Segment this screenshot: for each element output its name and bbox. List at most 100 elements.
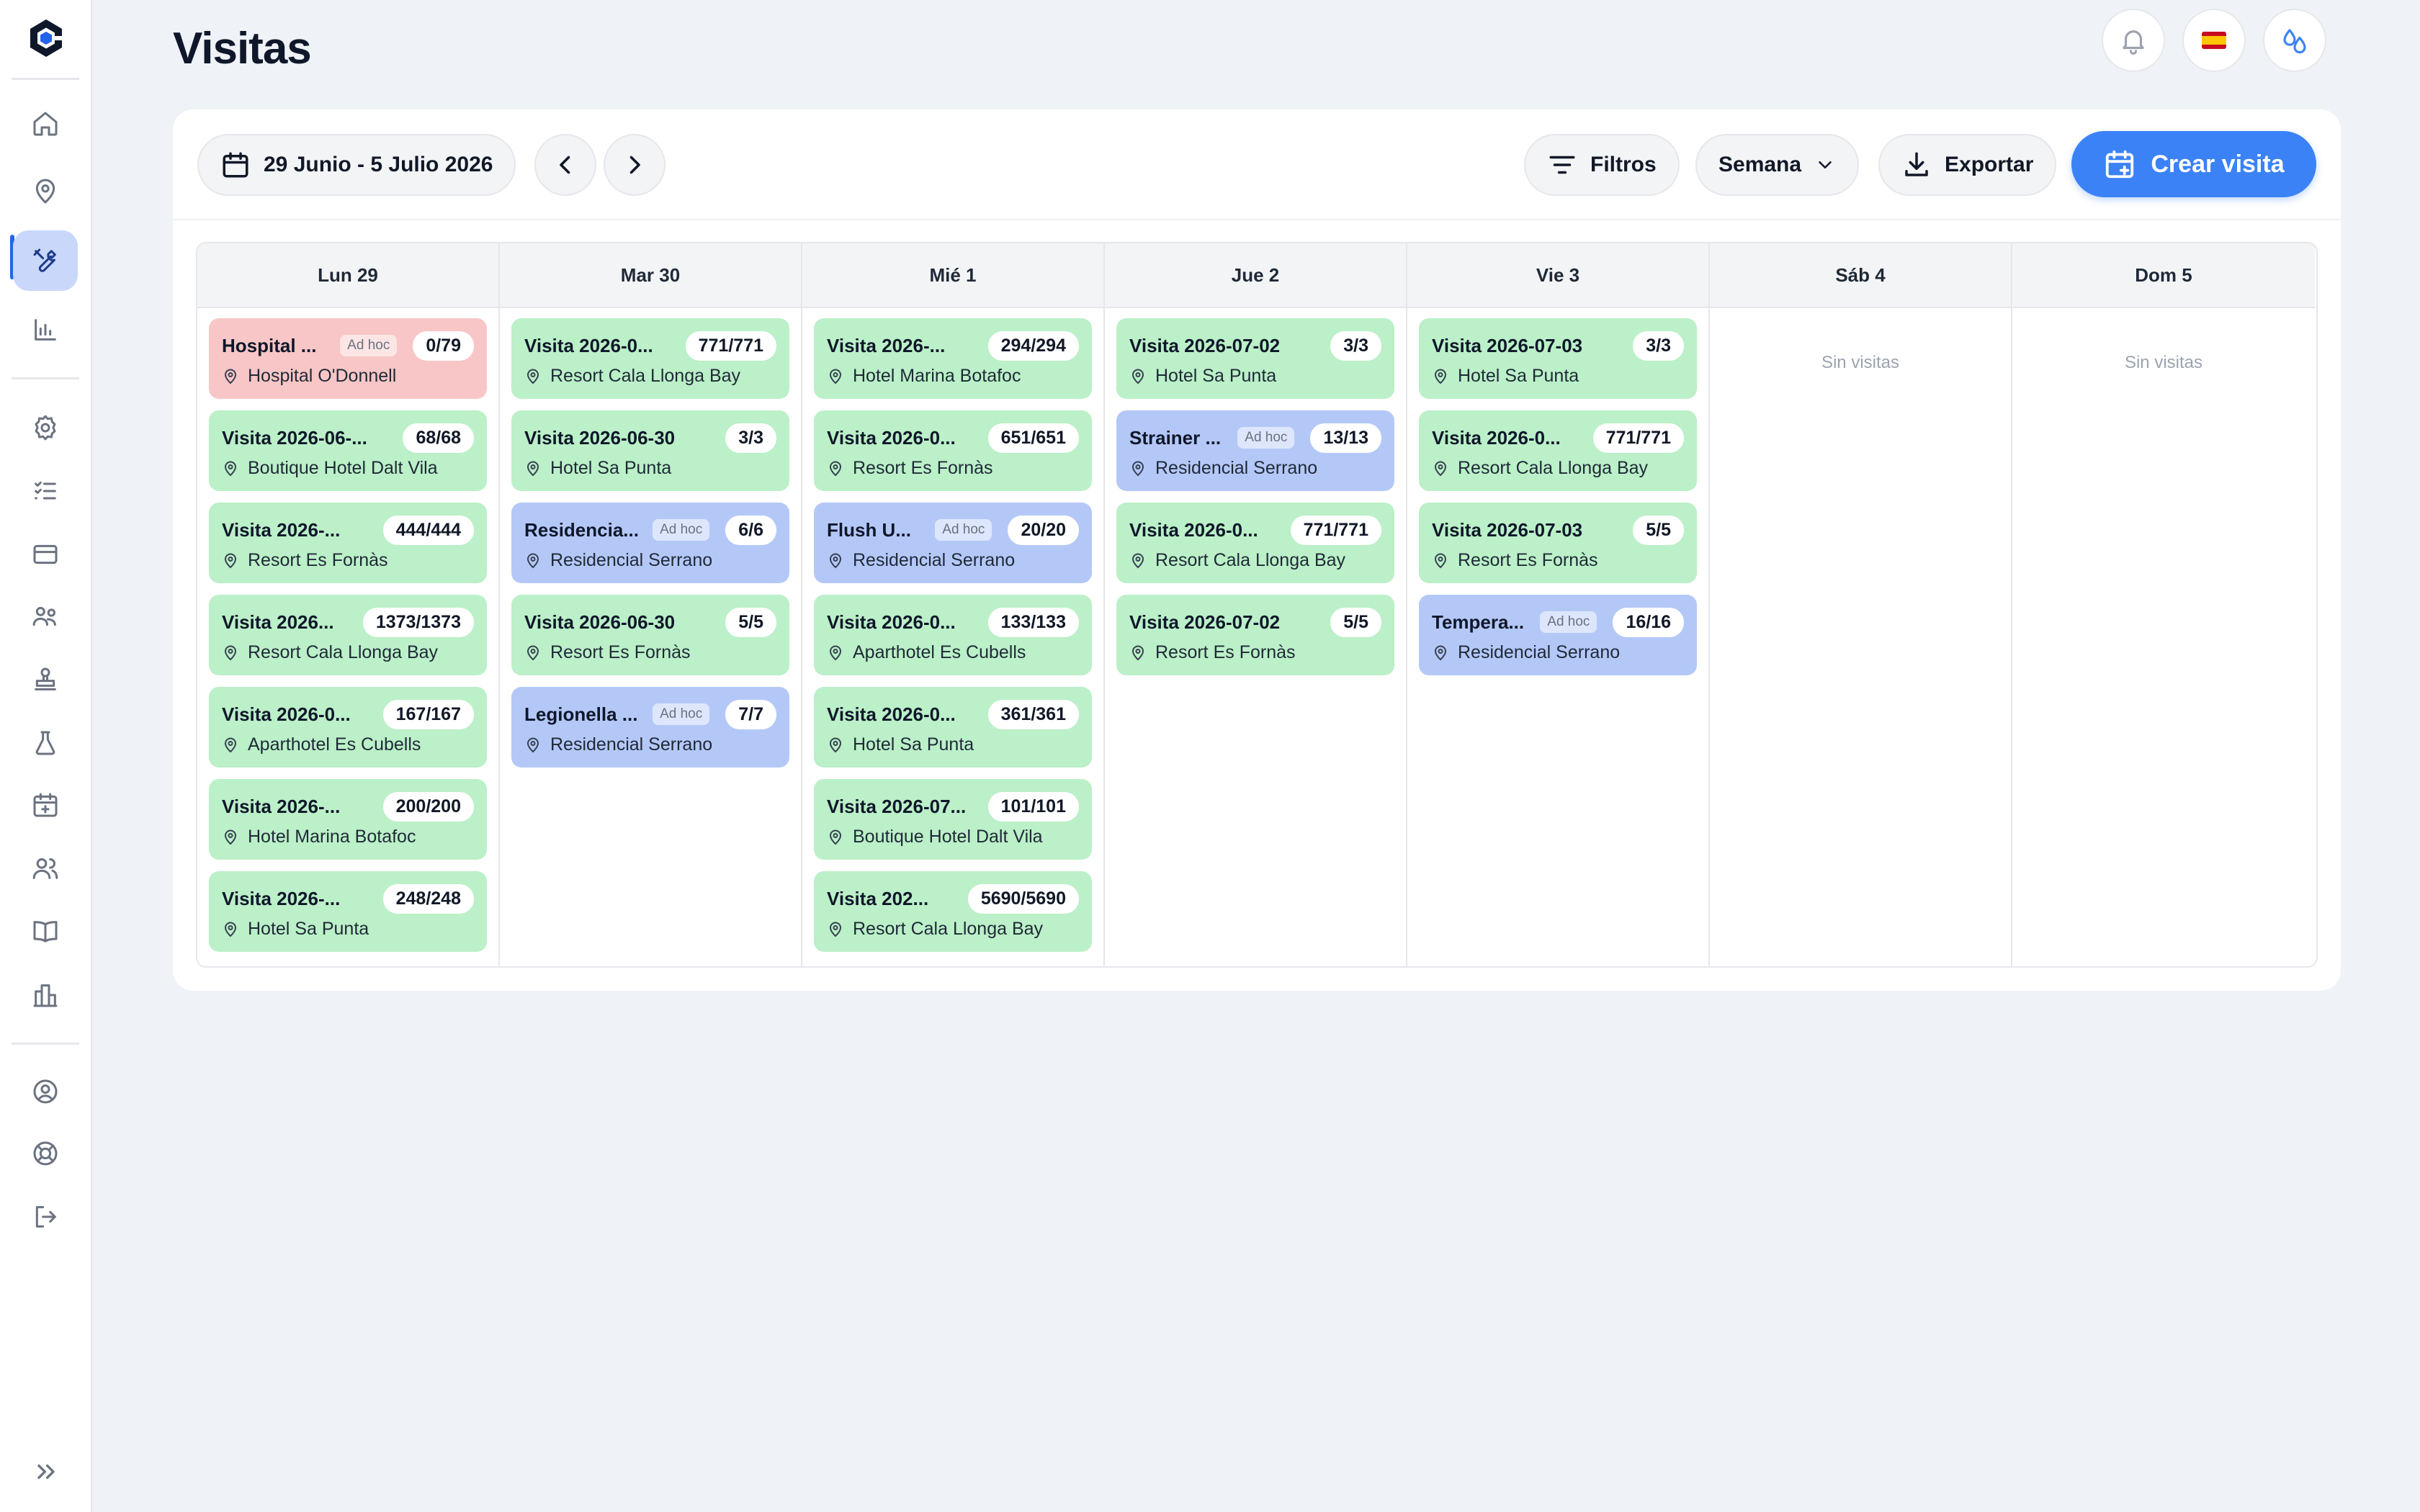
- sidebar-item-teams[interactable]: [13, 586, 78, 647]
- bell-icon: [2123, 30, 2144, 55]
- view-select[interactable]: Semana: [1695, 134, 1860, 196]
- sidebar-item-calendar[interactable]: [13, 775, 78, 835]
- visit-count-badge: 7/7: [725, 699, 776, 729]
- visit-location: Resort Es Fornàs: [1432, 550, 1684, 571]
- visit-card[interactable]: Visita 2026-0... 361/361 Hotel Sa Punta: [814, 687, 1092, 768]
- visit-card[interactable]: Visita 2026-0... 651/651 Resort Es Fornàs: [814, 410, 1092, 491]
- visit-card[interactable]: Visita 2026-... 294/294 Hotel Marina Botaf…: [814, 318, 1092, 399]
- language-button[interactable]: [2182, 9, 2246, 72]
- previous-week-button[interactable]: [534, 134, 596, 196]
- visit-location-label: Resort Es Fornàs: [1458, 550, 1598, 570]
- adhoc-badge: Ad hoc: [653, 519, 710, 541]
- next-week-button[interactable]: [604, 134, 666, 196]
- visit-card[interactable]: Residencia... Ad hoc 6/6 Residencial Serran…: [511, 503, 789, 583]
- map-pin-icon: [1434, 369, 1447, 384]
- visit-card[interactable]: Visita 2026-06-30 5/5 Resort Es Fornàs: [511, 595, 789, 675]
- visit-title: Visita 2026-07-03: [1432, 518, 1583, 541]
- create-visit-button[interactable]: Crear visita: [2071, 131, 2316, 197]
- visit-card[interactable]: Visita 2026-06-30 3/3 Hotel Sa Punta: [511, 410, 789, 491]
- visit-card[interactable]: Hospital ... Ad hoc 0/79 Hospital O'Donnell: [209, 318, 487, 399]
- theme-button[interactable]: [2263, 9, 2326, 72]
- visit-card[interactable]: Legionella ... Ad hoc 7/7 Residencial Serra…: [511, 687, 789, 768]
- visit-card[interactable]: Visita 2026-06-... 68/68 Boutique Hotel Da…: [209, 410, 487, 491]
- visit-count-badge: 200/200: [382, 791, 474, 822]
- filters-button[interactable]: Filtros: [1524, 134, 1680, 196]
- date-range-picker[interactable]: 29 Junio - 5 Julio 2026: [197, 134, 516, 196]
- day-header: Vie 3: [1407, 243, 1708, 308]
- map-pin-icon: [1131, 369, 1144, 384]
- visit-title: Visita 2026-07-03: [1432, 334, 1583, 356]
- download-icon: [1905, 152, 1928, 176]
- visit-title: Visita 2026-...: [827, 334, 946, 356]
- notifications-button[interactable]: [2102, 9, 2165, 72]
- visit-count-badge: 133/133: [987, 607, 1079, 637]
- sidebar-item-tasks[interactable]: [13, 461, 78, 521]
- user-circle-icon: [33, 1079, 58, 1104]
- visit-title: Residencia...: [524, 518, 639, 541]
- book-icon: [33, 921, 58, 942]
- filter-icon: [1549, 156, 1575, 174]
- sidebar-item-settings[interactable]: [13, 397, 78, 458]
- sidebar-item-stamp[interactable]: [13, 649, 78, 710]
- create-visit-label: Crear visita: [2151, 150, 2285, 178]
- visit-card-header: Visita 2026-0... 771/771: [1432, 423, 1684, 453]
- app-logo[interactable]: [27, 17, 65, 59]
- map-pin-icon: [224, 922, 237, 937]
- visit-location: Resort Cala Llonga Bay: [222, 642, 474, 663]
- visit-card[interactable]: Visita 202... 5690/5690 Resort Cala Llonga…: [814, 871, 1092, 952]
- map-pin-icon: [526, 369, 539, 384]
- sidebar-item-buildings[interactable]: [13, 965, 78, 1025]
- visit-count-badge: 3/3: [1633, 330, 1684, 361]
- sidebar-item-docs[interactable]: [13, 901, 78, 962]
- visit-location: Resort Es Fornàs: [222, 550, 474, 571]
- day-header: Jue 2: [1105, 243, 1406, 308]
- visit-card-header: Flush U... Ad hoc 20/20: [827, 515, 1079, 545]
- adhoc-badge: Ad hoc: [1540, 611, 1597, 633]
- sidebar-item-analytics[interactable]: [13, 300, 78, 360]
- visit-card[interactable]: Visita 2026-07-03 3/3 Hotel Sa Punta: [1419, 318, 1697, 399]
- visit-card[interactable]: Strainer ... Ad hoc 13/13 Residencial Serra…: [1116, 410, 1394, 491]
- visit-card[interactable]: Flush U... Ad hoc 20/20 Residencial Serrano: [814, 503, 1092, 583]
- visit-card[interactable]: Visita 2026-0... 771/771 Resort Cala Llong…: [1419, 410, 1697, 491]
- visit-card[interactable]: Visita 2026-... 200/200 Hotel Marina Botaf…: [209, 779, 487, 860]
- sidebar-item-home[interactable]: [13, 94, 78, 154]
- visit-card-header: Visita 2026... 1373/1373: [222, 607, 474, 637]
- map-pin-icon: [829, 829, 842, 845]
- expand-sidebar-button[interactable]: [32, 1457, 60, 1486]
- sidebar-item-locations[interactable]: [13, 161, 78, 222]
- sidebar-item-billing[interactable]: [13, 524, 78, 585]
- sidebar-item-users[interactable]: [13, 838, 78, 899]
- export-button[interactable]: Exportar: [1878, 134, 2057, 196]
- map-pin-icon: [224, 553, 237, 568]
- visit-count-badge: 6/6: [725, 515, 776, 545]
- visit-location: Resort Es Fornàs: [524, 642, 776, 663]
- filters-label: Filtros: [1590, 153, 1657, 176]
- sidebar-item-visits[interactable]: [13, 230, 78, 291]
- visit-count-badge: 771/771: [1592, 423, 1684, 453]
- map-pin-icon: [224, 737, 237, 752]
- visit-card[interactable]: Visita 2026... 1373/1373 Resort Cala Llong…: [209, 595, 487, 675]
- sidebar-item-lab[interactable]: [13, 713, 78, 773]
- visit-location: Hotel Marina Botafoc: [222, 827, 474, 847]
- visit-card[interactable]: Visita 2026-... 444/444 Resort Es Fornàs: [209, 503, 487, 583]
- visit-card[interactable]: Visita 2026-... 248/248 Hotel Sa Punta: [209, 871, 487, 952]
- sidebar-item-logout[interactable]: [13, 1187, 78, 1247]
- sidebar-divider: [12, 1043, 79, 1045]
- sidebar-item-support[interactable]: [13, 1123, 78, 1184]
- visit-card[interactable]: Tempera... Ad hoc 16/16 Residencial Serrano: [1419, 595, 1697, 675]
- visit-location-label: Hotel Sa Punta: [1155, 366, 1277, 386]
- visit-card[interactable]: Visita 2026-0... 771/771 Resort Cala Llong…: [1116, 503, 1394, 583]
- visit-title: Visita 2026-0...: [827, 611, 956, 633]
- sidebar-item-profile[interactable]: [13, 1061, 78, 1122]
- visit-location-label: Resort Cala Llonga Bay: [1458, 458, 1649, 478]
- visit-location-label: Resort Es Fornàs: [1155, 642, 1296, 662]
- visit-card[interactable]: Visita 2026-07... 101/101 Boutique Hotel D…: [814, 779, 1092, 860]
- visit-title: Visita 2026-0...: [222, 703, 351, 725]
- visit-card[interactable]: Visita 2026-0... 133/133 Aparthotel Es Cub…: [814, 595, 1092, 675]
- visit-card[interactable]: Visita 2026-07-02 3/3 Hotel Sa Punta: [1116, 318, 1394, 399]
- visit-card[interactable]: Visita 2026-07-02 5/5 Resort Es Fornàs: [1116, 595, 1394, 675]
- visit-location: Hotel Marina Botafoc: [827, 366, 1079, 387]
- visit-card[interactable]: Visita 2026-0... 771/771 Resort Cala Llong…: [511, 318, 789, 399]
- visit-card[interactable]: Visita 2026-0... 167/167 Aparthotel Es Cub…: [209, 687, 487, 768]
- visit-card[interactable]: Visita 2026-07-03 5/5 Resort Es Fornàs: [1419, 503, 1697, 583]
